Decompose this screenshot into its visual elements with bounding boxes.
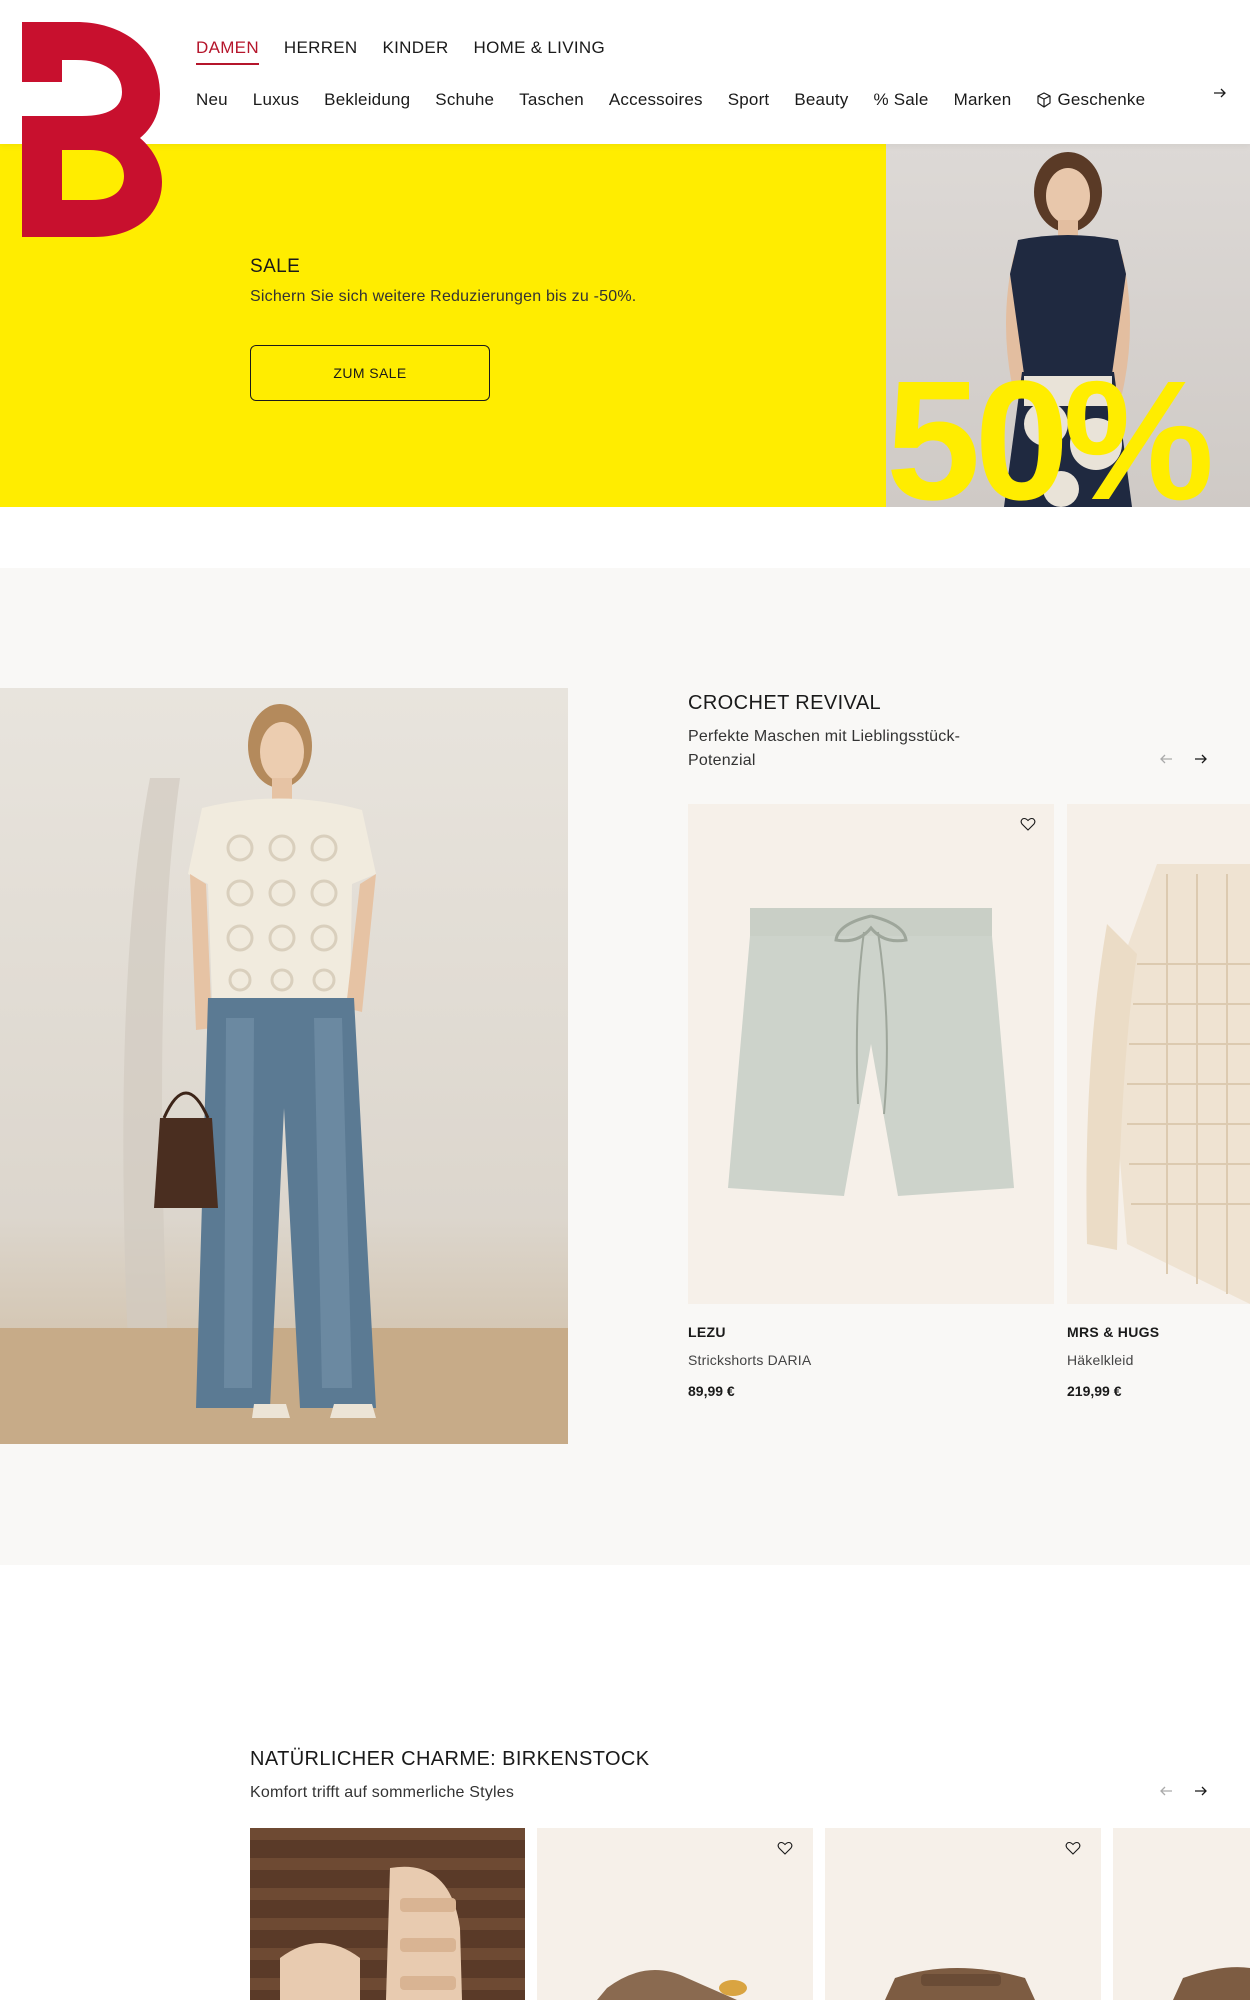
crochet-subtitle-line1: Perfekte Maschen mit Lieblingsstück- — [688, 728, 961, 745]
product-image — [597, 1970, 747, 2000]
arrow-left-icon — [1160, 1786, 1172, 1796]
product-price: 219,99 € — [1067, 1383, 1122, 1399]
crochet-section-title: CROCHET REVIVAL — [688, 692, 882, 714]
category-sport[interactable]: Sport — [728, 90, 770, 110]
category-nav: Neu Luxus Bekleidung Schuhe Taschen Acce… — [196, 90, 1145, 110]
nav-tab-home-living[interactable]: HOME & LIVING — [474, 38, 605, 65]
product-price: 89,99 € — [688, 1383, 735, 1399]
crochet-next-button[interactable] — [1190, 748, 1212, 770]
nav-tab-kinder[interactable]: KINDER — [383, 38, 449, 65]
product-card[interactable]: LEZU Strickshorts DARIA 89,99 € — [688, 804, 1054, 1404]
sale-hero-banner[interactable]: SALE Sichern Sie sich weitere Reduzierun… — [0, 144, 1250, 507]
crochet-prev-button[interactable] — [1155, 748, 1177, 770]
zum-sale-button[interactable]: ZUM SALE — [250, 345, 490, 401]
crochet-revival-section: CROCHET REVIVAL Perfekte Maschen mit Lie… — [0, 568, 1250, 1565]
product-card[interactable] — [1113, 1828, 1250, 2000]
product-name: Strickshorts DARIA — [688, 1352, 812, 1368]
wishlist-heart-icon[interactable] — [1065, 1840, 1081, 1856]
product-image[interactable] — [1067, 804, 1250, 1304]
nav-tab-damen[interactable]: DAMEN — [196, 38, 259, 65]
birkenstock-prev-button[interactable] — [1155, 1780, 1177, 1802]
arrow-right-icon — [1195, 754, 1207, 764]
arrow-left-icon — [1160, 754, 1172, 764]
category-bekleidung[interactable]: Bekleidung — [324, 90, 410, 110]
birkenstock-campaign-image[interactable] — [250, 1828, 525, 2000]
sale-hero-title: SALE — [250, 256, 301, 277]
product-image — [1173, 1967, 1250, 2000]
department-nav: DAMEN HERREN KINDER HOME & LIVING — [196, 38, 605, 65]
wishlist-heart-icon[interactable] — [1020, 816, 1036, 832]
category-accessoires[interactable]: Accessoires — [609, 90, 703, 110]
birkenstock-section-subtitle: Komfort trifft auf sommerliche Styles — [250, 1784, 515, 1801]
category-geschenke-label: Geschenke — [1057, 90, 1146, 109]
wishlist-heart-icon[interactable] — [777, 1840, 793, 1856]
model-photo — [0, 704, 568, 1444]
category-sale[interactable]: % Sale — [874, 90, 929, 110]
product-name: Häkelkleid — [1067, 1352, 1134, 1368]
crochet-section-subtitle: Perfekte Maschen mit Lieblingsstück- Pot… — [688, 725, 960, 773]
nav-tab-herren[interactable]: HERREN — [284, 38, 358, 65]
sale-hero-subtitle: Sichern Sie sich weitere Reduzierungen b… — [250, 288, 637, 305]
product-brand: LEZU — [688, 1324, 726, 1340]
sandals-photo — [250, 1828, 525, 2000]
arrow-right-icon — [1214, 88, 1226, 98]
product-card[interactable]: MRS & HUGS Häkelkleid 219,99 € — [1067, 804, 1250, 1404]
product-card[interactable] — [825, 1828, 1101, 2000]
category-geschenke[interactable]: Geschenke — [1036, 90, 1145, 110]
category-taschen[interactable]: Taschen — [519, 90, 584, 110]
arrow-right-icon — [1195, 1786, 1207, 1796]
gift-box-icon — [1037, 92, 1052, 108]
crochet-subtitle-line2: Potenzial — [688, 752, 756, 769]
product-image[interactable] — [688, 804, 1054, 1304]
knit-shorts-image — [728, 908, 1014, 1196]
birkenstock-next-button[interactable] — [1190, 1780, 1212, 1802]
crochet-dress-image — [1086, 864, 1250, 1304]
category-schuhe[interactable]: Schuhe — [435, 90, 494, 110]
crochet-campaign-image[interactable] — [0, 688, 568, 1444]
site-header: DAMEN HERREN KINDER HOME & LIVING Neu Lu… — [0, 0, 1250, 144]
nav-scroll-right-button[interactable] — [1202, 80, 1238, 106]
birkenstock-section-title: NATÜRLICHER CHARME: BIRKENSTOCK — [250, 1748, 650, 1770]
category-beauty[interactable]: Beauty — [794, 90, 848, 110]
category-neu[interactable]: Neu — [196, 90, 228, 110]
sale-percentage-text: 50% — [886, 346, 1214, 507]
product-brand: MRS & HUGS — [1067, 1324, 1160, 1340]
brand-logo[interactable] — [22, 22, 164, 237]
product-image — [885, 1968, 1035, 2000]
sale-hero-image: 50% — [886, 144, 1250, 507]
category-luxus[interactable]: Luxus — [253, 90, 299, 110]
category-marken[interactable]: Marken — [954, 90, 1012, 110]
product-card[interactable] — [537, 1828, 813, 2000]
